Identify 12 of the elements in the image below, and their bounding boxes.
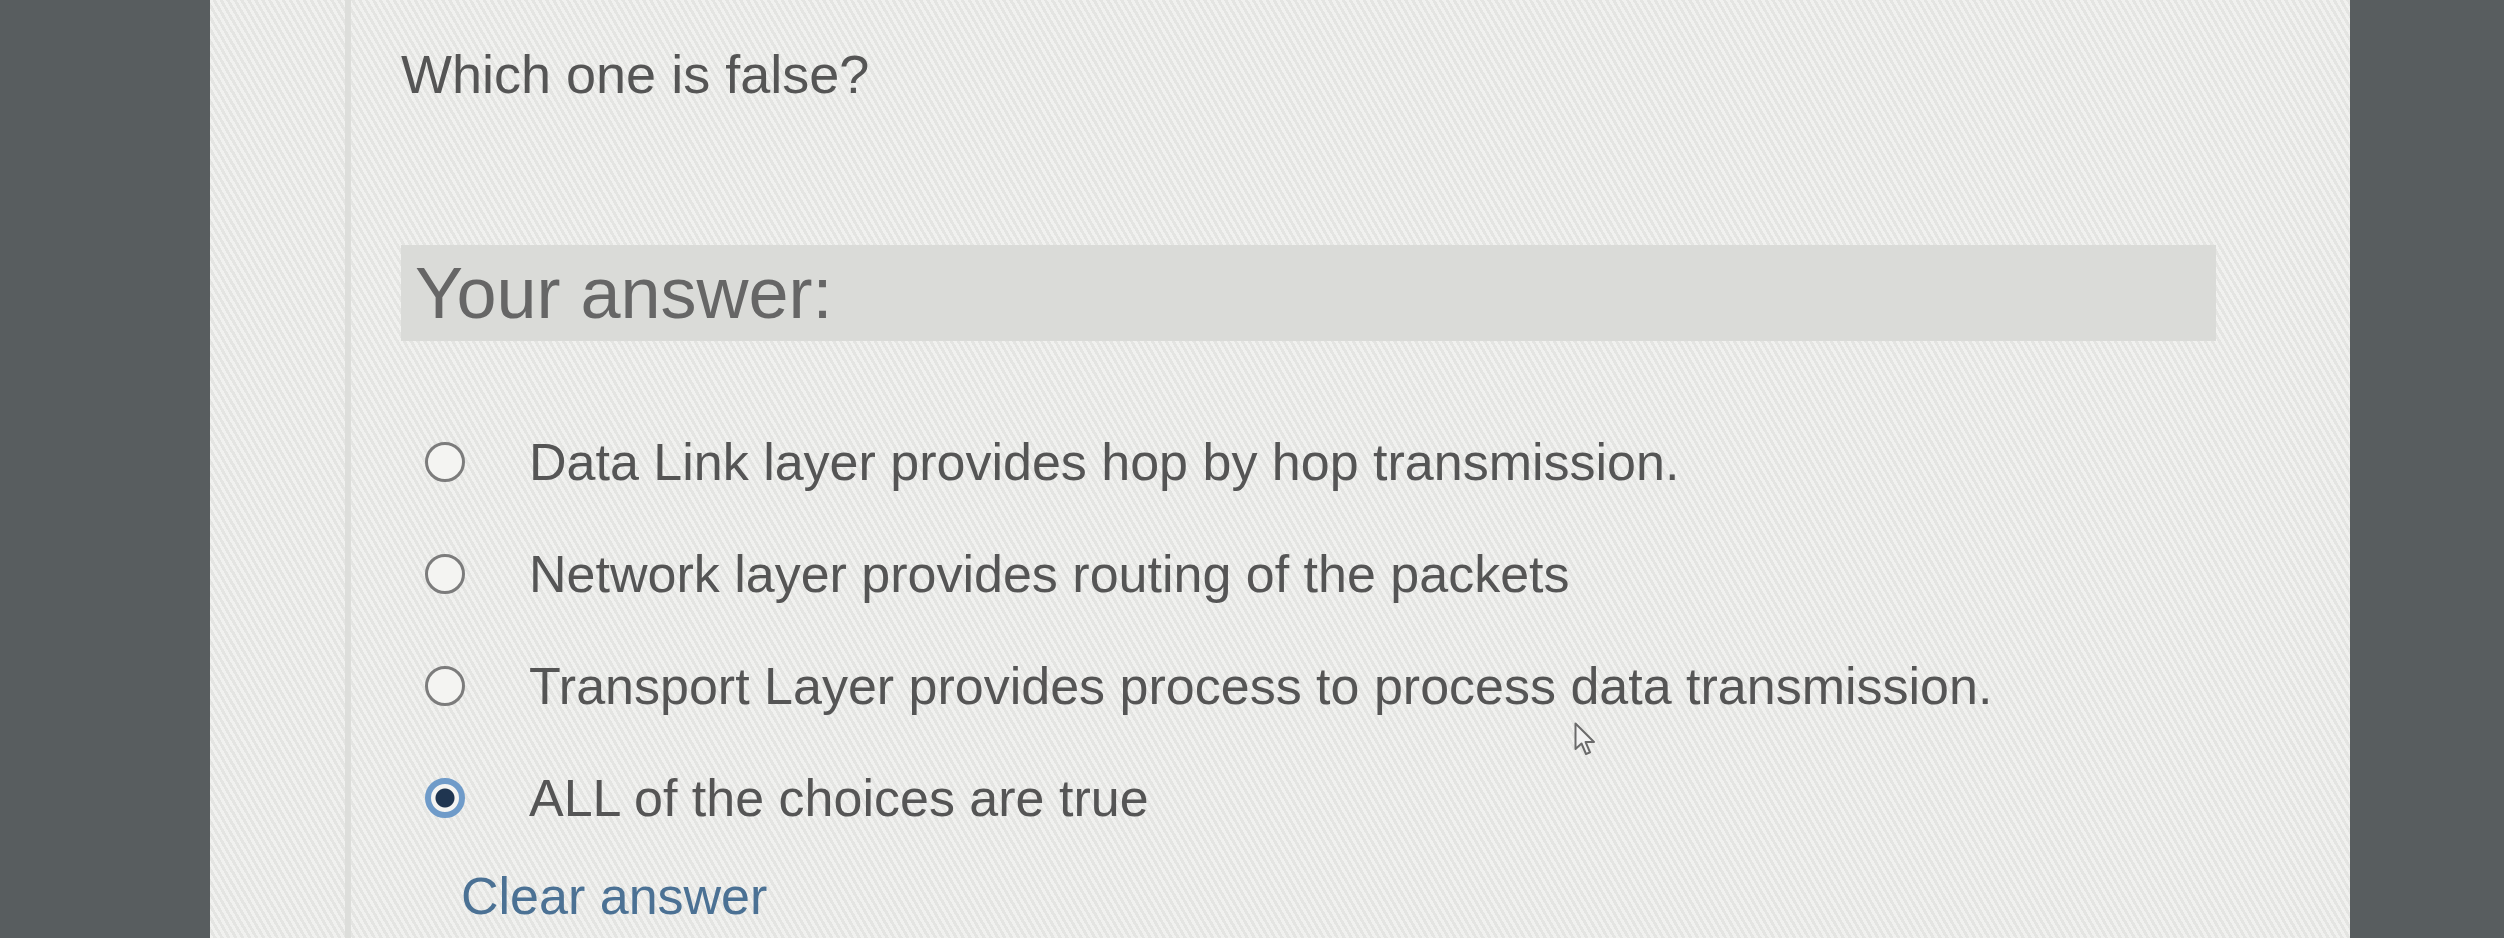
- answer-heading: Your answer:: [401, 244, 2216, 341]
- radio-button[interactable]: [425, 665, 465, 706]
- question-text: Which one is false?: [401, 43, 871, 106]
- radio-button[interactable]: [425, 777, 465, 818]
- mouse-pointer-icon: [1574, 722, 1596, 756]
- option-label[interactable]: Transport Layer provides process to process data transmission.: [529, 654, 1993, 717]
- clear-answer-link[interactable]: Clear answer: [461, 864, 768, 928]
- radio-button[interactable]: [425, 441, 465, 482]
- option-label[interactable]: Data Link layer provides hop by hop transmission.: [529, 430, 1680, 493]
- radio-button[interactable]: [425, 553, 465, 594]
- option-label[interactable]: Network layer provides routing of the packets: [529, 542, 1570, 605]
- option-label[interactable]: ALL of the choices are true: [529, 766, 1149, 829]
